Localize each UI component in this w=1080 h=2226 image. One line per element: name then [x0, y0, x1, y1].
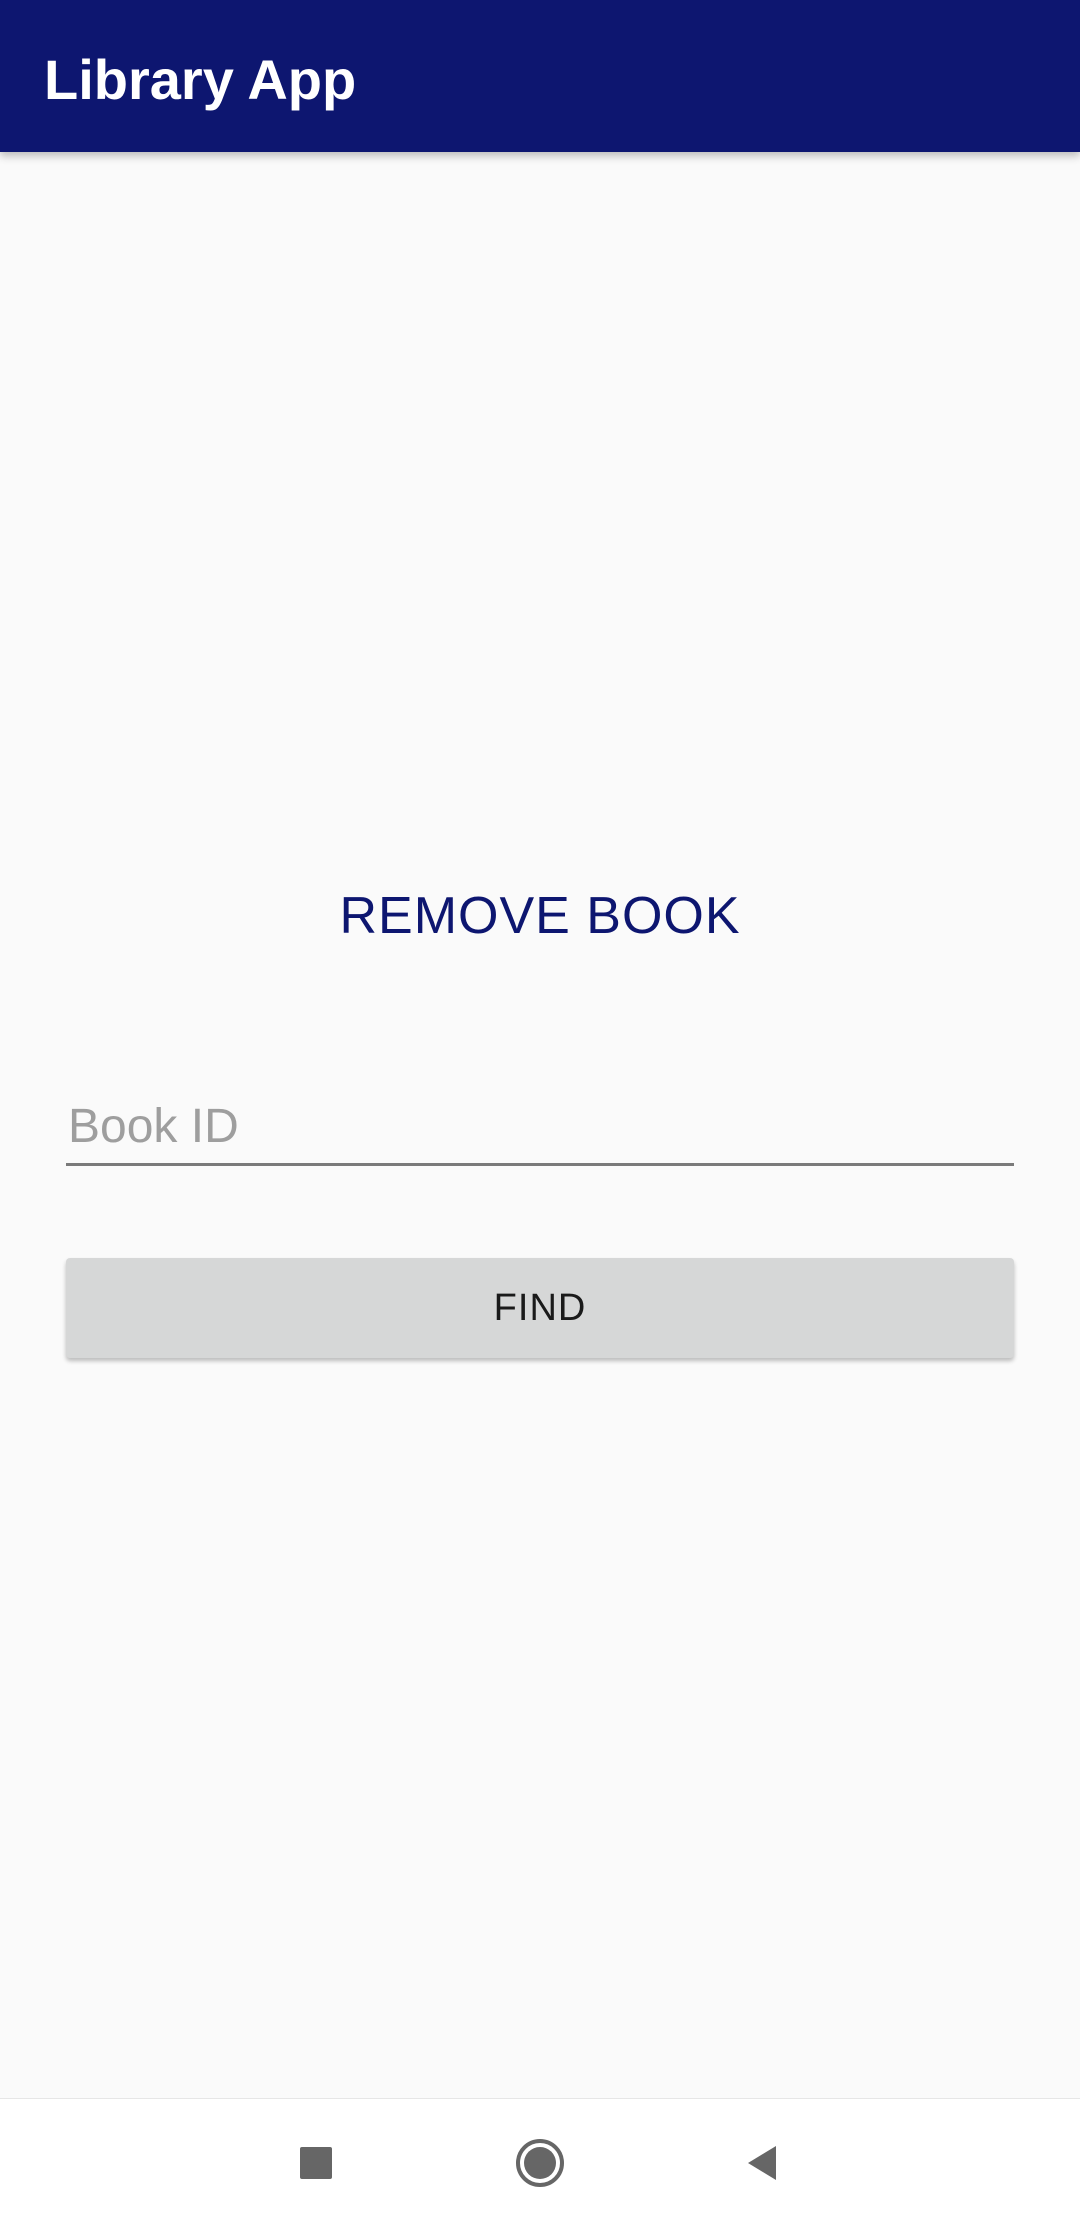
- screen: Library App REMOVE BOOK FIND: [0, 0, 1080, 2226]
- back-triangle-icon: [748, 2146, 776, 2180]
- home-circle-icon: [516, 2139, 564, 2187]
- main-content: REMOVE BOOK FIND: [0, 152, 1080, 2098]
- app-bar: Library App: [0, 0, 1080, 152]
- page-heading: REMOVE BOOK: [339, 887, 741, 945]
- book-id-input[interactable]: [66, 1090, 1014, 1166]
- system-nav-bar: [0, 2098, 1080, 2226]
- back-button[interactable]: [722, 2123, 802, 2203]
- app-title: Library App: [44, 48, 357, 111]
- find-button[interactable]: FIND: [66, 1258, 1014, 1358]
- recents-button[interactable]: [276, 2123, 356, 2203]
- home-button[interactable]: [500, 2123, 580, 2203]
- recents-square-icon: [300, 2147, 332, 2179]
